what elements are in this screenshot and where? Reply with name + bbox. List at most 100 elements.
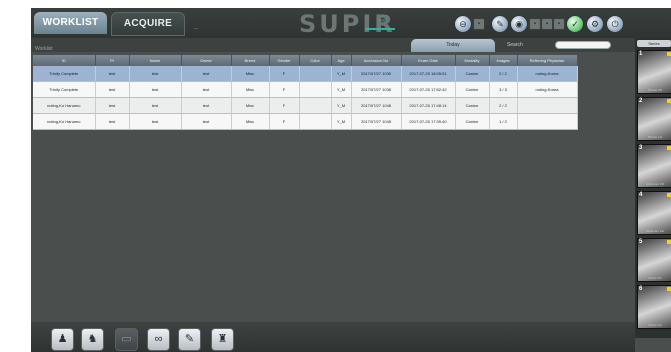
- settings-icon[interactable]: ⚙: [586, 15, 604, 33]
- table-cell: [517, 97, 578, 114]
- series-thumbnail[interactable]: 6 Pelvis Lat: [637, 285, 671, 329]
- table-cell: test: [95, 97, 130, 114]
- table-cell: test: [95, 66, 130, 82]
- column-header[interactable]: Referring Physician: [517, 55, 578, 66]
- table-cell: noting-Korea: [517, 66, 578, 82]
- table-cell: test: [129, 97, 182, 114]
- bottom-toolbar: ♟ ♞ ▭ ∞ ✎ ♜: [31, 322, 635, 352]
- exam-icon[interactable]: ⊖: [454, 15, 472, 33]
- table-cell: 2017-07-25 17:39:40: [401, 113, 456, 130]
- table-cell: [299, 81, 332, 98]
- column-header[interactable]: Modality: [455, 55, 490, 66]
- flag-icon: [667, 193, 671, 197]
- thumbnail-caption: Abdomen Lat: [646, 229, 664, 233]
- table-cell: [299, 66, 332, 82]
- thumbnail-number: 6: [639, 286, 643, 292]
- table-cell: Misc: [231, 66, 270, 82]
- brand-logo: SUPIR: [299, 10, 396, 38]
- brand-mark: [365, 28, 395, 30]
- thumbnail-caption: Pelvis VD: [648, 276, 662, 280]
- patient-info-button[interactable]: ♞: [81, 328, 104, 351]
- search-label: Search: [507, 42, 523, 48]
- toolbar-icons: ⊖ ▪ ✎ ◉ ▪ ▪ ▪ ✓ ⚙ ⏻: [454, 15, 671, 33]
- column-header[interactable]: Exam Date: [401, 55, 456, 66]
- thumbnail-header[interactable]: Series: [637, 40, 671, 47]
- status-icon[interactable]: ✓: [566, 15, 584, 33]
- pen-button[interactable]: ✎: [178, 328, 201, 351]
- series-thumbnail[interactable]: 3 Abdomen VD: [637, 144, 671, 188]
- table-row[interactable]: noting-Ko Hanamo test test test Misc F Y_M 2017…: [33, 113, 578, 130]
- flag-icon: [667, 146, 671, 150]
- table-cell: test: [95, 81, 130, 98]
- tab-worklist[interactable]: WORKLIST: [34, 12, 107, 34]
- table-cell: [299, 97, 332, 114]
- thumbnail-number: 5: [639, 239, 643, 245]
- transfer-button[interactable]: ♜: [211, 328, 234, 351]
- table-cell: Y_M: [331, 97, 352, 114]
- table-cell: 3 / 3: [489, 81, 518, 98]
- column-header[interactable]: ID: [33, 55, 96, 66]
- worklist-subtitle: Worklist: [35, 46, 53, 52]
- table-cell: Canine: [455, 81, 490, 98]
- table-cell: Y_M: [331, 66, 352, 82]
- small-icon-1[interactable]: ▪: [473, 18, 485, 30]
- link-button[interactable]: ∞: [147, 328, 170, 351]
- column-header[interactable]: Age: [331, 55, 352, 66]
- small-icon-2[interactable]: ▪: [529, 18, 541, 30]
- flag-icon: [667, 52, 671, 56]
- table-cell: F: [269, 81, 300, 98]
- thumbnail-number: 4: [639, 192, 643, 198]
- small-icon-4[interactable]: ▪: [553, 18, 565, 30]
- table-cell: Canine: [455, 97, 490, 114]
- search-input[interactable]: [555, 41, 611, 49]
- brand-sub: vet: [379, 18, 386, 24]
- filter-tab-today[interactable]: Today: [411, 39, 495, 52]
- column-header[interactable]: Breed: [231, 55, 270, 66]
- table-cell: 1 / 2: [489, 113, 518, 130]
- series-thumbnail[interactable]: 5 Pelvis VD: [637, 238, 671, 282]
- table-cell: F: [269, 113, 300, 130]
- flag-icon: [667, 240, 671, 244]
- thumbnail-caption: Thorax VD: [647, 88, 663, 92]
- column-header[interactable]: Accession No: [351, 55, 402, 66]
- small-icon-3[interactable]: ▪: [541, 18, 553, 30]
- power-icon[interactable]: ⏻: [606, 15, 624, 33]
- table-cell: test: [129, 66, 182, 82]
- thumbnail-caption: Thorax Lat: [647, 135, 663, 139]
- table-cell: F: [269, 97, 300, 114]
- edit-icon[interactable]: ✎: [491, 15, 509, 33]
- film-button[interactable]: ▭: [115, 328, 138, 351]
- table-cell: 2017-07-25 18:05:01: [401, 66, 456, 82]
- table-row[interactable]: noting-Ko Hanamo test test test Misc F Y_M 2017…: [33, 97, 578, 114]
- table-row[interactable]: Trinity Complete test test test Misc F Y_M 2017…: [33, 66, 578, 82]
- table-cell: 2 / 2: [489, 66, 518, 82]
- table-cell: 2017/07/27 1038: [351, 81, 402, 98]
- table-body: Trinity Complete test test test Misc F Y_M 2017…: [33, 66, 578, 130]
- series-thumbnail[interactable]: 2 Thorax Lat: [637, 97, 671, 141]
- table-row[interactable]: Trinity Complete test test test Misc F Y_M 2017…: [33, 81, 578, 98]
- thumbnail-number: 3: [639, 145, 643, 151]
- table-cell: Y_M: [331, 81, 352, 98]
- thumbnail-caption: Abdomen VD: [646, 182, 664, 186]
- table-cell: 2017/07/27 1048: [351, 97, 402, 114]
- column-header[interactable]: Pt: [95, 55, 130, 66]
- add-patient-button[interactable]: ♟: [51, 328, 74, 351]
- table-cell: Misc: [231, 97, 270, 114]
- table-cell: 2 / 2: [489, 97, 518, 114]
- table-cell: Misc: [231, 113, 270, 130]
- monitor-icon[interactable]: ◉: [510, 15, 528, 33]
- series-thumbnail[interactable]: 1 Thorax VD: [637, 50, 671, 94]
- column-header[interactable]: Gender: [269, 55, 300, 66]
- tab-extra[interactable]: ...: [194, 25, 198, 31]
- tab-acquire[interactable]: ACQUIRE: [111, 12, 185, 36]
- column-header[interactable]: Name: [129, 55, 182, 66]
- table-cell: Trinity Complete: [33, 81, 96, 98]
- column-header[interactable]: Color: [299, 55, 332, 66]
- table-cell: test: [181, 66, 232, 82]
- column-header[interactable]: Owner: [181, 55, 232, 66]
- table-cell: test: [181, 113, 232, 130]
- table-cell: test: [129, 81, 182, 98]
- series-thumbnail[interactable]: 4 Abdomen Lat: [637, 191, 671, 235]
- column-header[interactable]: Images: [489, 55, 518, 66]
- table-cell: 2017/07/27 1030: [351, 66, 402, 82]
